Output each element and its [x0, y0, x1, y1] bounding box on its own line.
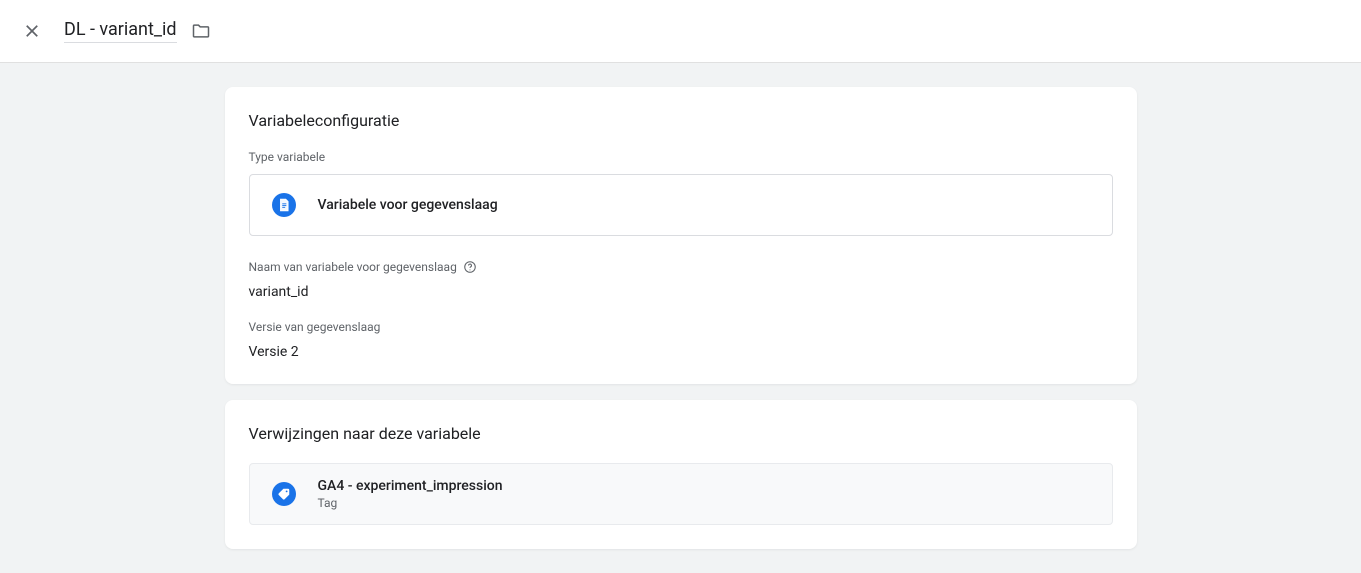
version-field: Versie van gegevenslaag Versie 2: [249, 320, 1113, 360]
variable-name-label-text: Naam van variabele voor gegevenslaag: [249, 260, 457, 274]
version-label: Versie van gegevenslaag: [249, 320, 1113, 334]
reference-text: GA4 - experiment_impression Tag: [318, 478, 503, 510]
content-area: Variabeleconfiguratie Type variabele Var…: [0, 63, 1361, 573]
help-icon[interactable]: [463, 260, 477, 274]
data-layer-icon: [272, 193, 296, 217]
reference-type: Tag: [318, 496, 503, 510]
page-title[interactable]: DL - variant_id: [64, 19, 177, 43]
variable-name-field: Naam van variabele voor gegevenslaag var…: [249, 260, 1113, 300]
version-value: Versie 2: [249, 344, 1113, 360]
references-card: Verwijzingen naar deze variabele GA4 - e…: [225, 400, 1137, 549]
title-wrap: DL - variant_id: [64, 19, 211, 43]
close-button[interactable]: [20, 19, 44, 43]
variable-name-value: variant_id: [249, 284, 1113, 300]
variable-name-label: Naam van variabele voor gegevenslaag: [249, 260, 1113, 274]
type-label: Type variabele: [249, 150, 1113, 164]
close-icon: [23, 22, 41, 40]
variable-type-value: Variabele voor gegevenslaag: [318, 197, 498, 213]
cards-column: Variabeleconfiguratie Type variabele Var…: [225, 87, 1137, 549]
variable-config-card: Variabeleconfiguratie Type variabele Var…: [225, 87, 1137, 384]
reference-row[interactable]: GA4 - experiment_impression Tag: [249, 463, 1113, 525]
reference-name: GA4 - experiment_impression: [318, 478, 503, 494]
references-card-title: Verwijzingen naar deze variabele: [249, 424, 1113, 443]
modal-header: DL - variant_id: [0, 0, 1361, 63]
config-card-title: Variabeleconfiguratie: [249, 111, 1113, 130]
tag-icon: [272, 482, 296, 506]
variable-type-selector[interactable]: Variabele voor gegevenslaag: [249, 174, 1113, 236]
folder-icon[interactable]: [191, 21, 211, 41]
